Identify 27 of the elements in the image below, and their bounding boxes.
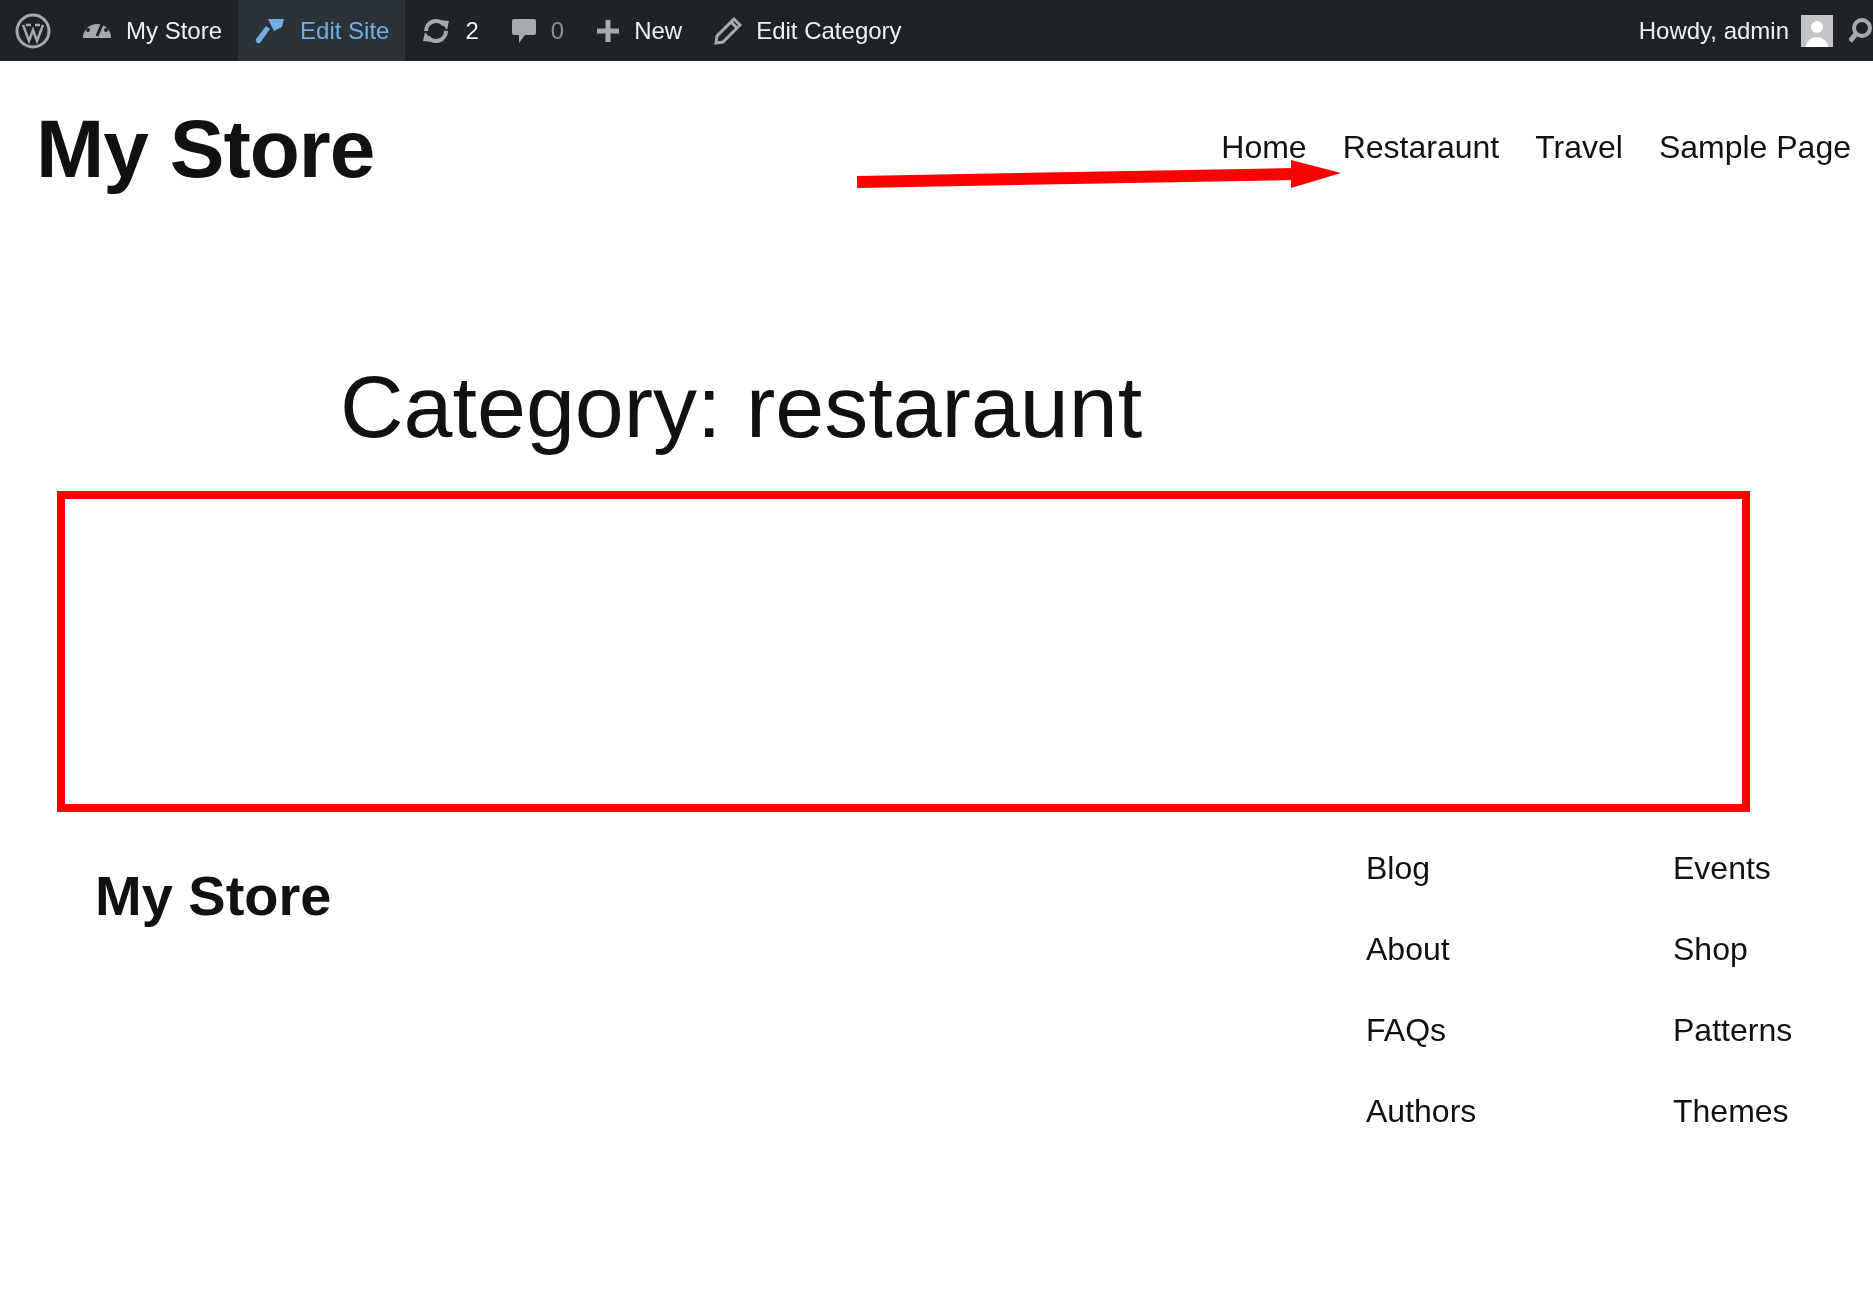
edit-site-link[interactable]: Edit Site xyxy=(238,0,406,61)
search-icon[interactable] xyxy=(1849,16,1873,45)
speech-bubble-icon xyxy=(510,16,537,45)
footer-link[interactable]: Authors xyxy=(1366,1093,1673,1130)
nav-link[interactable]: Travel xyxy=(1535,128,1623,166)
archive-heading: Category: restaraunt xyxy=(340,356,1144,458)
plus-icon xyxy=(596,18,621,43)
gauge-icon xyxy=(82,22,112,39)
new-content-link[interactable]: New xyxy=(580,0,699,61)
edit-category-link[interactable]: Edit Category xyxy=(698,0,918,61)
pencil-icon xyxy=(714,16,743,45)
nav-link[interactable]: Restaraunt xyxy=(1342,128,1500,166)
site-name-link[interactable]: My Store xyxy=(66,0,239,61)
footer-link[interactable]: Events xyxy=(1673,850,1873,887)
footer-link[interactable]: About xyxy=(1366,931,1673,968)
site-title[interactable]: My Store xyxy=(36,102,375,196)
nav-link[interactable]: Sample Page xyxy=(1658,128,1851,166)
footer-link[interactable]: Blog xyxy=(1366,850,1673,887)
updates-link[interactable]: 2 xyxy=(405,0,495,61)
footer-site-title[interactable]: My Store xyxy=(95,858,1366,1130)
footer-link[interactable]: FAQs xyxy=(1366,1012,1673,1049)
nav-link[interactable]: Home xyxy=(1221,128,1307,166)
comments-link[interactable]: 0 xyxy=(494,0,581,61)
footer-link[interactable]: Themes xyxy=(1673,1093,1873,1130)
footer-link[interactable]: Patterns xyxy=(1673,1012,1873,1049)
footer-link[interactable]: Shop xyxy=(1673,931,1873,968)
account-menu[interactable]: Howdy, admin xyxy=(1622,0,1849,61)
